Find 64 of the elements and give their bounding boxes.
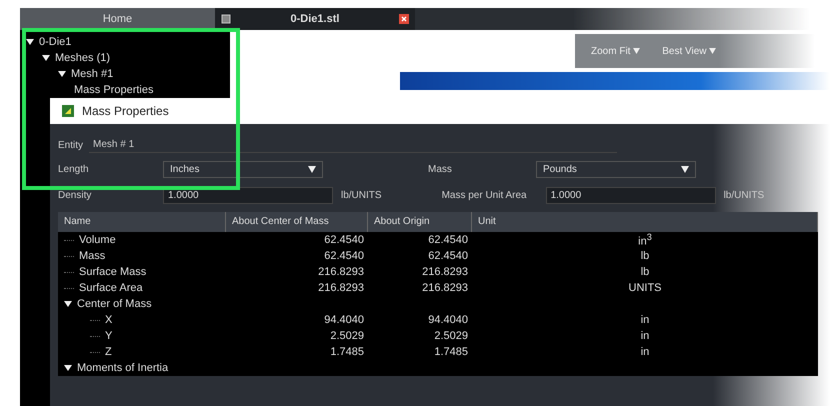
row-name: Mass: [79, 250, 106, 262]
field-label: Density: [58, 190, 92, 200]
caret-icon: [681, 166, 689, 172]
table-cell: lb: [640, 250, 650, 262]
close-icon[interactable]: [399, 14, 409, 24]
table-cell: 62.4540: [428, 250, 468, 262]
field-label: Mass: [427, 164, 453, 174]
expand-arrow-icon[interactable]: [26, 38, 34, 46]
table-cell: 94.4040: [324, 314, 364, 326]
table-cell: 94.4040: [428, 314, 468, 326]
table-cell: 62.4540: [324, 234, 364, 246]
table-cell: 216.8293: [422, 266, 468, 278]
table-cell: 62.4540: [428, 234, 468, 246]
row-name: Y: [105, 330, 112, 342]
tree-item[interactable]: Meshes (1): [55, 52, 110, 64]
field-label: Length: [58, 164, 90, 174]
caret-icon: [308, 166, 316, 172]
table-cell: 216.8293: [422, 282, 468, 294]
table-cell: in: [640, 314, 650, 326]
field-label: Entity: [58, 140, 84, 150]
table-cell: 216.8293: [318, 282, 364, 294]
column-header[interactable]: About Origin: [368, 212, 472, 232]
table-cell: 2.5029: [434, 330, 468, 342]
unit-label: lb/UNITS: [724, 190, 764, 200]
table-cell: 62.4540: [324, 250, 364, 262]
tab[interactable]: Home: [20, 8, 215, 30]
table-cell: 2.5029: [330, 330, 364, 342]
row-name: X: [105, 314, 112, 326]
tree-item[interactable]: Mesh #1: [71, 68, 114, 80]
app-icon: [62, 105, 74, 117]
row-name: Volume: [79, 234, 116, 246]
table-cell: 1.7485: [434, 346, 468, 358]
unit-label: lb/UNITS: [341, 190, 382, 200]
row-name: Surface Mass: [79, 266, 146, 278]
expand-arrow-icon[interactable]: [58, 70, 66, 78]
table-cell: UNITS: [628, 282, 662, 294]
field-label: Mass per Unit Area: [440, 190, 528, 200]
table-cell: 216.8293: [318, 266, 364, 278]
length-dropdown[interactable]: Inches: [163, 160, 323, 178]
mass-dropdown[interactable]: Pounds: [536, 160, 696, 178]
dialog-title: Mass Properties: [82, 104, 169, 118]
table-cell: in$^{3}$: [638, 232, 652, 248]
table-cell: 1.7485: [330, 346, 364, 358]
column-header[interactable]: About Center of Mass: [226, 212, 368, 232]
caret-icon: [633, 48, 640, 54]
entity-field[interactable]: Mesh # 1: [89, 137, 618, 153]
document-icon: [221, 14, 231, 24]
table-cell: in: [640, 330, 650, 342]
tree-item[interactable]: 0-Die1: [39, 36, 72, 48]
row-name: Z: [105, 346, 112, 358]
mass-per-area-field[interactable]: 1.0000: [546, 186, 716, 204]
expand-arrow-icon[interactable]: [64, 300, 72, 308]
tab[interactable]: 0-Die1.stl: [215, 8, 415, 30]
column-header[interactable]: Unit: [472, 212, 818, 232]
caret-icon: [709, 48, 716, 54]
tree-item[interactable]: Mass Properties: [74, 84, 154, 96]
row-name: Surface Area: [79, 282, 143, 294]
expand-arrow-icon[interactable]: [42, 54, 50, 62]
column-header[interactable]: Name: [58, 212, 226, 232]
table-cell: in: [640, 346, 650, 358]
expand-arrow-icon[interactable]: [64, 364, 72, 372]
row-name: Center of Mass: [77, 298, 152, 310]
table-cell: lb: [640, 266, 650, 278]
row-name: Moments of Inertia: [77, 362, 168, 374]
